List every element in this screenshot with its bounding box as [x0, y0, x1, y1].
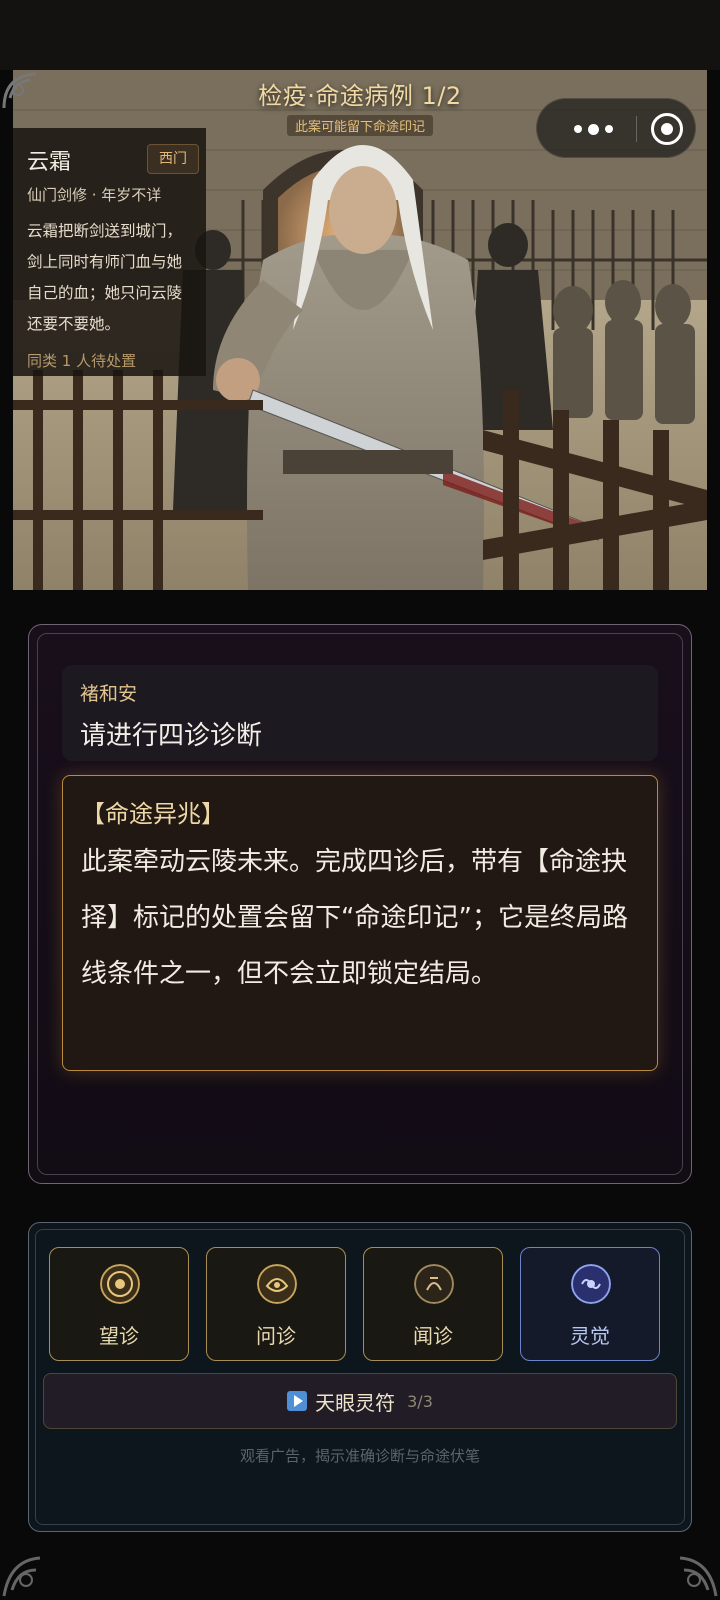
eye-diagnosis-emblem-icon: [100, 1264, 140, 1304]
omen-body: 此案牵动云陵未来。完成四诊后，带有【命途抉择】标记的处置会留下“命途印记”；它是…: [81, 847, 628, 989]
case-subtitle: 此案可能留下命途印记: [286, 115, 433, 136]
sky-eye-talisman-button[interactable]: 天眼灵符 3/3: [43, 1373, 677, 1429]
play-icon: [287, 1391, 308, 1411]
action-panel: 望诊 问诊 闻诊 灵觉 天眼灵符 3/3 观看广告，揭示准确诊断与命途伏笔: [28, 1222, 692, 1532]
location-badge: 西门: [147, 144, 199, 174]
spirit-sense-button[interactable]: 灵觉: [520, 1247, 660, 1361]
ad-button-label: 天眼灵符: [315, 1390, 396, 1415]
ask-diagnosis-emblem-icon: [257, 1264, 297, 1304]
spirit-sense-emblem-icon: [571, 1264, 611, 1304]
close-target-icon[interactable]: [651, 113, 683, 145]
button-label: 灵觉: [570, 1324, 610, 1348]
patient-name: 云霜: [27, 150, 72, 175]
patient-meta: 仙门剑修 · 年岁不详: [27, 186, 162, 204]
patient-card: 云霜 西门 仙门剑修 · 年岁不详 云霜把断剑送到城门，剑上同时有师门血与她自己…: [13, 128, 206, 376]
listen-diagnosis-button[interactable]: 闻诊: [363, 1247, 503, 1361]
corner-ornament-icon: [2, 1556, 41, 1597]
ad-hint-text: 观看广告，揭示准确诊断与命途伏笔: [239, 1447, 480, 1465]
omen-box: 【命途异兆】 此案牵动云陵未来。完成四诊后，带有【命途抉择】标记的处置会留下“命…: [62, 775, 658, 1071]
speaker-box: 褚和安 请进行四诊诊断: [62, 665, 658, 761]
corner-ornament-icon: [679, 1556, 718, 1597]
dialog-panel: 褚和安 请进行四诊诊断 【命途异兆】 此案牵动云陵未来。完成四诊后，带有【命途抉…: [28, 624, 692, 1184]
button-label: 望诊: [99, 1324, 139, 1348]
capsule-divider: [636, 116, 637, 142]
mini-program-capsule: [536, 98, 696, 158]
button-label: 问诊: [256, 1324, 296, 1348]
inspect-diagnosis-button[interactable]: 望诊: [49, 1247, 189, 1361]
speaker-line: 请进行四诊诊断: [80, 721, 263, 751]
ad-remaining-count: 3/3: [407, 1391, 433, 1411]
omen-title: 【命途异兆】: [81, 800, 225, 828]
more-menu-icon[interactable]: [557, 99, 629, 159]
status-bar: [0, 0, 720, 70]
button-label: 闻诊: [413, 1324, 453, 1348]
patient-description: 云霜把断剑送到城门，剑上同时有师门血与她自己的血；她只问云陵还要不要她。: [27, 222, 183, 333]
queue-count: 同类 1 人待处置: [27, 352, 137, 370]
speaker-name: 褚和安: [80, 683, 138, 705]
listen-diagnosis-emblem-icon: [414, 1264, 454, 1304]
ask-diagnosis-button[interactable]: 问诊: [206, 1247, 346, 1361]
